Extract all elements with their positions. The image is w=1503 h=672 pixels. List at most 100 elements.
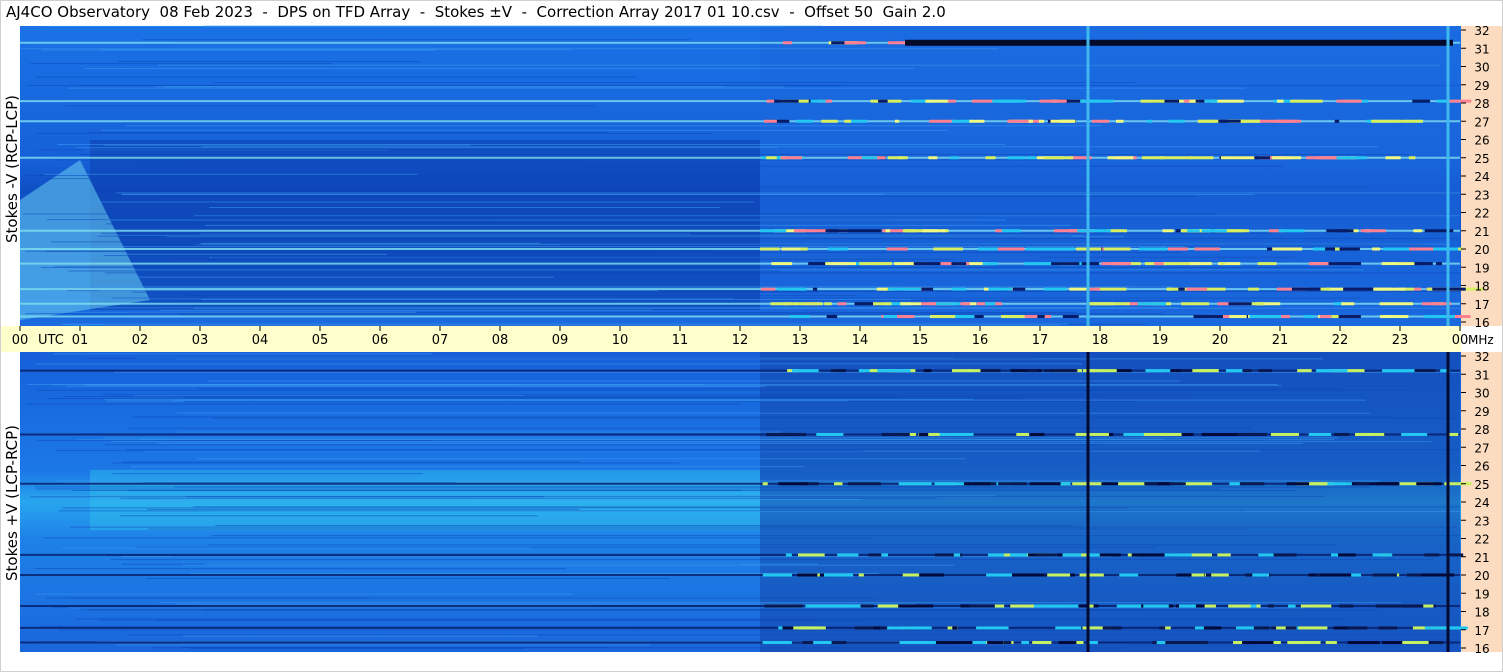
rfi-speckle bbox=[1249, 315, 1282, 319]
rfi-speckle bbox=[909, 302, 922, 306]
rfi-speckle bbox=[950, 156, 959, 160]
rfi-speckle bbox=[1291, 641, 1321, 645]
rfi-speckle bbox=[898, 482, 932, 486]
rfi-speckle bbox=[760, 229, 787, 233]
rfi-speckle bbox=[1323, 573, 1352, 577]
time-tick-label: 06 bbox=[372, 333, 389, 348]
rfi-speckle bbox=[993, 247, 1025, 251]
rfi-speckle bbox=[1336, 99, 1362, 103]
time-tick-label: 08 bbox=[492, 333, 509, 348]
time-tick-label: 01 bbox=[72, 333, 89, 348]
rfi-speckle bbox=[873, 626, 881, 630]
rfi-speckle bbox=[1027, 369, 1038, 373]
mhz-tick-label: 26 bbox=[1474, 460, 1489, 474]
rfi-speckle bbox=[1087, 302, 1118, 306]
time-tick-label: 11 bbox=[672, 333, 689, 348]
rfi-speckle bbox=[1220, 156, 1255, 160]
rfi-speckle bbox=[953, 553, 961, 557]
rfi-speckle bbox=[886, 247, 908, 251]
rfi-speckle bbox=[1285, 626, 1297, 630]
rfi-speckle bbox=[1089, 641, 1098, 645]
rfi-speckle bbox=[876, 287, 887, 291]
rfi-speckle bbox=[1409, 247, 1418, 251]
time-tick-label: 12 bbox=[732, 333, 749, 348]
mhz-tick-label: 29 bbox=[1474, 405, 1489, 419]
rfi-speckle bbox=[1070, 573, 1075, 577]
rfi-speckle bbox=[770, 302, 798, 306]
rfi-speckle bbox=[1291, 287, 1325, 291]
time-tick-label: 03 bbox=[192, 333, 209, 348]
rfi-speckle bbox=[1229, 315, 1247, 319]
rfi-speckle bbox=[1163, 262, 1195, 266]
rfi-speckle bbox=[878, 99, 888, 103]
rfi-speckle bbox=[763, 119, 777, 123]
time-tick-label: 15 bbox=[912, 333, 929, 348]
rfi-speckle bbox=[760, 287, 776, 291]
rfi-speckle bbox=[826, 315, 838, 319]
rfi-speckle bbox=[802, 626, 826, 630]
rfi-speckle bbox=[1355, 482, 1370, 486]
time-tick-label: 07 bbox=[432, 333, 449, 348]
ylabel-top-panel: Stokes -V (RCP-LCP) bbox=[3, 95, 21, 243]
rfi-speckle bbox=[813, 641, 832, 645]
mhz-tick-label: 28 bbox=[1474, 423, 1489, 437]
rfi-speckle bbox=[1190, 553, 1212, 557]
rfi-speckle bbox=[780, 156, 803, 160]
rfi-speckle bbox=[1181, 302, 1194, 306]
panel-bottom-day-brightening bbox=[90, 470, 760, 530]
time-tick-label: 14 bbox=[852, 333, 869, 348]
mhz-tick-label: 31 bbox=[1474, 42, 1489, 56]
rfi-speckle bbox=[798, 553, 825, 557]
rfi-speckle bbox=[796, 119, 814, 123]
mhz-tick-label: 23 bbox=[1474, 514, 1489, 528]
rfi-speckle bbox=[834, 641, 847, 645]
rfi-speckle bbox=[1052, 604, 1079, 608]
rfi-speckle bbox=[762, 482, 768, 486]
rfi-speckle bbox=[913, 262, 941, 266]
rfi-speckle bbox=[1219, 573, 1229, 577]
rfi-speckle bbox=[901, 604, 934, 608]
panel-top bbox=[20, 25, 1484, 326]
rfi-speckle bbox=[1117, 302, 1130, 306]
time-tick-label: 22 bbox=[1332, 333, 1349, 348]
mhz-tick-label: 30 bbox=[1474, 61, 1489, 75]
rfi-speckle bbox=[1159, 626, 1166, 630]
rfi-speckle bbox=[1272, 156, 1302, 160]
rfi-speckle bbox=[1328, 262, 1362, 266]
rfi-speckle bbox=[951, 262, 967, 266]
rfi-speckle bbox=[931, 315, 956, 319]
rfi-speckle bbox=[976, 626, 1009, 630]
rfi-speckle bbox=[947, 99, 957, 103]
mhz-tick-label: 21 bbox=[1474, 551, 1489, 565]
rfi-speckle bbox=[1435, 262, 1443, 266]
time-tick-label: 16 bbox=[972, 333, 989, 348]
rfi-speckle bbox=[824, 573, 854, 577]
rfi-speckle bbox=[935, 302, 960, 306]
rfi-speckle bbox=[1187, 229, 1195, 233]
mhz-tick-label: 30 bbox=[1474, 387, 1489, 401]
rfi-speckle bbox=[1016, 432, 1030, 436]
rfi-speckle bbox=[1372, 553, 1393, 557]
rfi-speckle bbox=[1012, 573, 1045, 577]
rfi-speckle bbox=[1164, 553, 1192, 557]
rfi-speckle bbox=[1300, 604, 1321, 608]
rfi-speckle bbox=[1333, 626, 1348, 630]
rfi-speckle bbox=[1001, 229, 1022, 233]
time-tick-label: 09 bbox=[552, 333, 569, 348]
mhz-tick-label: 19 bbox=[1474, 261, 1489, 275]
ylabel-bottom-panel: Stokes +V (LCP-RCP) bbox=[3, 425, 21, 581]
spectrogram-figure: 00 01 02 03 04 05 06 07 08 09 10 11 12 13 14 15 16 17 18 19… bbox=[0, 0, 1503, 672]
rfi-speckle bbox=[791, 369, 819, 373]
rfi-speckle bbox=[1043, 156, 1074, 160]
rfi-speckle bbox=[1197, 119, 1206, 123]
rfi-speckle bbox=[900, 302, 911, 306]
rfi-speckle bbox=[1102, 626, 1122, 630]
rfi-speckle bbox=[1038, 247, 1061, 251]
rfi-speckle bbox=[1288, 604, 1296, 608]
rfi-speckle bbox=[1077, 229, 1111, 233]
rfi-speckle bbox=[1053, 287, 1067, 291]
mhz-tick-label: 32 bbox=[1474, 350, 1489, 364]
rfi-speckle bbox=[1343, 287, 1374, 291]
rfi-speckle bbox=[1179, 604, 1196, 608]
rfi-speckle bbox=[1185, 641, 1208, 645]
